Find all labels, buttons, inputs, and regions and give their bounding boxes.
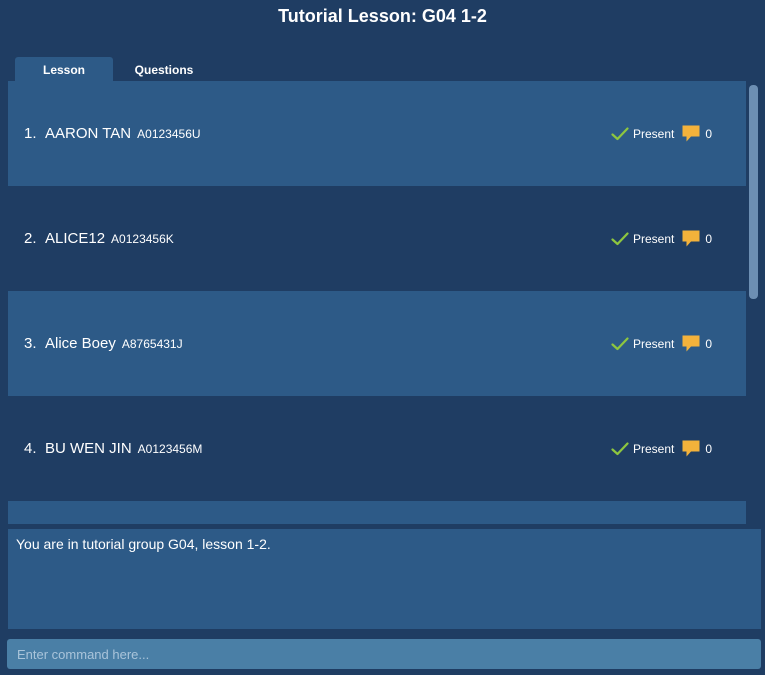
comment-icon: [682, 230, 700, 247]
page-title: Tutorial Lesson: G04 1-2: [278, 6, 487, 26]
check-icon: [611, 126, 629, 140]
attendance-status: Present 0: [611, 125, 712, 142]
student-list: 1. AARON TAN A0123456U Present 0 2. ALICE…: [8, 81, 746, 524]
student-name: BU WEN JIN: [45, 440, 132, 457]
status-label: Present: [633, 336, 675, 351]
result-display: You are in tutorial group G04, lesson 1-…: [8, 529, 761, 629]
check-icon: [611, 441, 629, 455]
comment-icon: [682, 125, 700, 142]
comment-icon: [682, 335, 700, 352]
student-name: AARON TAN: [45, 125, 132, 142]
student-name-group: AARON TAN A0123456U: [45, 125, 201, 142]
student-name: ALICE12: [45, 230, 106, 247]
student-name-group: BU WEN JIN A0123456M: [45, 440, 202, 457]
check-icon: [611, 336, 629, 350]
student-id: A0123456U: [137, 127, 201, 141]
tab-questions[interactable]: Questions: [119, 57, 209, 81]
status-label: Present: [633, 231, 675, 246]
student-name: Alice Boey: [45, 335, 116, 352]
student-index: 4.: [24, 440, 37, 457]
student-row[interactable]: 2. ALICE12 A0123456K Present 0: [8, 186, 746, 291]
student-id: A0123456K: [111, 232, 174, 246]
student-row[interactable]: 4. BU WEN JIN A0123456M Present 0: [8, 396, 746, 501]
list-scrollbar[interactable]: [747, 81, 761, 524]
student-name-group: ALICE12 A0123456K: [45, 230, 174, 247]
student-row[interactable]: 3. Alice Boey A8765431J Present 0: [8, 291, 746, 396]
tab-bar: Lesson Questions: [15, 57, 209, 81]
student-index: 1.: [24, 125, 37, 142]
comment-count: 0: [705, 231, 713, 246]
tab-lesson[interactable]: Lesson: [15, 57, 113, 81]
comment-count: 0: [705, 336, 713, 351]
student-name-group: Alice Boey A8765431J: [45, 335, 183, 352]
student-list-panel[interactable]: 1. AARON TAN A0123456U Present 0 2. ALICE…: [8, 81, 765, 524]
app-window: Tutorial Lesson: G04 1-2 Lesson Question…: [0, 0, 765, 675]
comment-count: 0: [705, 126, 713, 141]
student-index: 3.: [24, 335, 37, 352]
student-index: 2.: [24, 230, 37, 247]
check-icon: [611, 231, 629, 245]
attendance-status: Present 0: [611, 230, 712, 247]
attendance-status: Present 0: [611, 335, 712, 352]
student-id: A0123456M: [137, 442, 203, 456]
attendance-status: Present 0: [611, 440, 712, 457]
comment-count: 0: [705, 441, 713, 456]
comment-icon: [682, 440, 700, 457]
student-row[interactable]: [8, 501, 746, 524]
scrollbar-thumb[interactable]: [749, 85, 758, 299]
student-row[interactable]: 1. AARON TAN A0123456U Present 0: [8, 81, 746, 186]
student-id: A8765431J: [121, 337, 183, 351]
status-label: Present: [633, 126, 675, 141]
status-label: Present: [633, 441, 675, 456]
command-input[interactable]: [7, 639, 761, 669]
